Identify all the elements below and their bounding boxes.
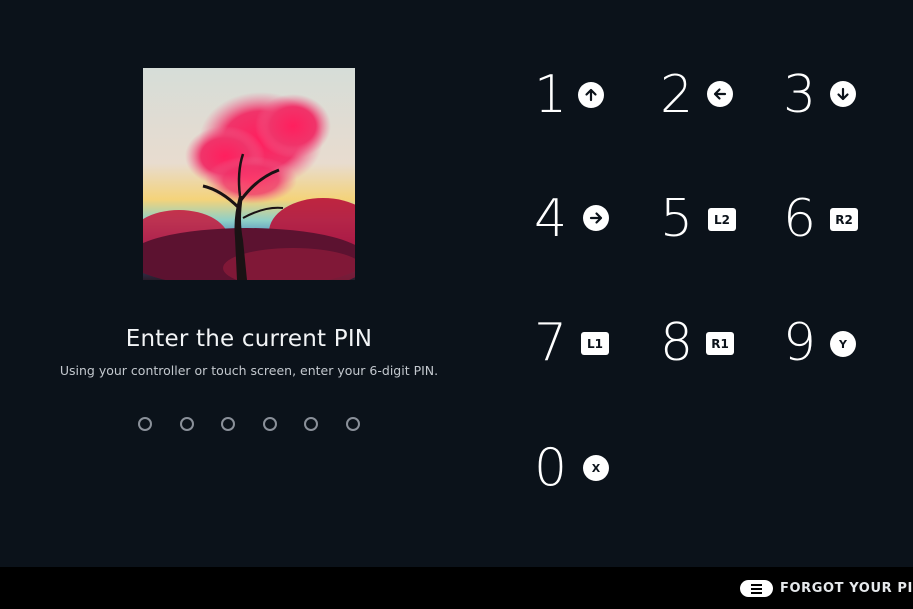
- keypad-key-3[interactable]: 3: [783, 65, 863, 125]
- arrow-up-icon: [578, 82, 604, 108]
- pin-dot-empty: [304, 417, 318, 431]
- l1-bumper-icon: L1: [581, 332, 609, 355]
- forgot-pin-label: FORGOT YOUR PIN: [780, 581, 913, 596]
- key-digit: 8: [660, 313, 694, 373]
- key-digit: 0: [534, 438, 568, 498]
- key-digit: 3: [783, 65, 817, 125]
- x-button-icon: X: [583, 455, 609, 481]
- pin-prompt-title: Enter the current PIN: [125, 326, 373, 352]
- key-digit: 9: [783, 313, 817, 373]
- pin-dot-empty: [263, 417, 277, 431]
- pin-prompt-subtitle: Using your controller or touch screen, e…: [59, 363, 439, 378]
- r1-bumper-icon: R1: [706, 332, 734, 355]
- pin-dot-empty: [346, 417, 360, 431]
- r2-trigger-icon: R2: [830, 208, 858, 231]
- arrow-left-icon: [707, 81, 733, 107]
- keypad-key-7[interactable]: 7 L1: [534, 313, 614, 373]
- pin-dot-empty: [138, 417, 152, 431]
- key-digit: 1: [534, 65, 568, 125]
- key-digit: 7: [534, 313, 568, 373]
- arrow-right-icon: [583, 205, 609, 231]
- keypad-key-6[interactable]: 6 R2: [783, 189, 863, 249]
- forgot-pin-button[interactable]: FORGOT YOUR PIN: [740, 580, 913, 597]
- key-digit: 5: [660, 189, 694, 249]
- keypad-key-2[interactable]: 2: [660, 65, 740, 125]
- key-digit: 2: [660, 65, 694, 125]
- arrow-down-icon: [830, 81, 856, 107]
- pin-progress-indicator: [0, 417, 498, 431]
- profile-artwork: [143, 68, 355, 280]
- keypad-key-0[interactable]: 0 X: [534, 438, 614, 498]
- menu-button-icon: [740, 580, 773, 597]
- l2-trigger-icon: L2: [708, 208, 736, 231]
- keypad-key-4[interactable]: 4: [534, 189, 614, 249]
- keypad-key-9[interactable]: 9 Y: [783, 313, 863, 373]
- y-button-icon: Y: [830, 331, 856, 357]
- keypad-key-5[interactable]: 5 L2: [660, 189, 740, 249]
- pin-dot-empty: [221, 417, 235, 431]
- footer-bar: FORGOT YOUR PIN: [0, 567, 913, 609]
- keypad-key-1[interactable]: 1: [534, 65, 614, 125]
- key-digit: 6: [783, 189, 817, 249]
- keypad-key-8[interactable]: 8 R1: [660, 313, 740, 373]
- pin-dot-empty: [180, 417, 194, 431]
- key-digit: 4: [534, 189, 568, 249]
